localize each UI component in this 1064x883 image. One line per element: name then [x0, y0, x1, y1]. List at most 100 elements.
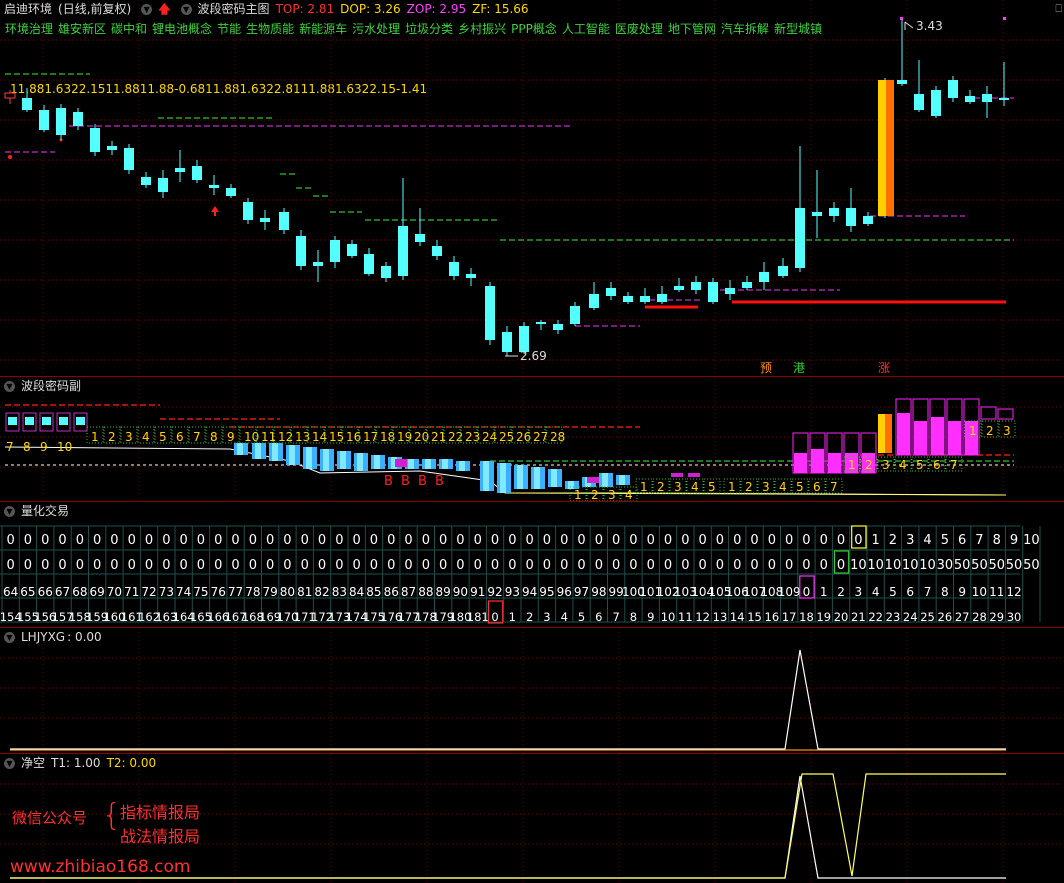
quant-cell: 85 — [366, 585, 381, 599]
quant-cell: 0 — [110, 533, 118, 548]
candle-body[interactable] — [313, 262, 323, 266]
candle-body[interactable] — [725, 288, 735, 294]
candle-body[interactable] — [914, 94, 924, 110]
candle-body[interactable] — [691, 282, 701, 290]
wechat-account-1: 指标情报局 — [120, 803, 201, 822]
quant-cell: 19 — [816, 610, 831, 624]
candle-body[interactable] — [141, 177, 151, 185]
candle-body[interactable] — [570, 306, 580, 324]
candle-body[interactable] — [623, 296, 633, 302]
candle-body[interactable] — [759, 272, 769, 282]
candlestick-chart[interactable]: 3.43 2.69 预 港 涨 — [0, 0, 1064, 376]
quant-cell: 94 — [522, 585, 537, 599]
candle-body[interactable] — [56, 108, 66, 135]
candle-body[interactable] — [863, 216, 873, 224]
candle-body[interactable] — [657, 294, 667, 302]
quant-cell: 0 — [301, 533, 309, 548]
quant-number-grid[interactable]: 0000000000000000000000000000000000000000… — [0, 502, 1064, 627]
candle-body[interactable] — [4, 92, 16, 99]
collapse-icon[interactable]: ▼ — [4, 632, 15, 643]
candle-body[interactable] — [432, 246, 442, 256]
band-number: 7 — [193, 430, 201, 444]
band-indicator-chart[interactable]: 7 8 9 101 2 3 4 5 6 7 8 9 10 11 12 13 14 15 16 17 18 19 20 21 22… — [0, 377, 1064, 501]
collapse-icon-2[interactable]: ▼ — [180, 4, 192, 15]
band-indicator-panel[interactable]: ▼ 波段密码副 7 8 9 10 1 2 3 4 5 6 7 8 9 10 11 12 13 14 15 16 17 18 1… — [0, 377, 1064, 501]
candle-body[interactable] — [640, 296, 650, 302]
candle-body[interactable] — [347, 244, 357, 256]
quant-cell: 0 — [283, 533, 291, 548]
quant-cell: 0 — [664, 533, 672, 548]
band-number: 2 — [657, 480, 665, 494]
candle-body[interactable] — [606, 288, 616, 296]
candle-body[interactable] — [846, 208, 856, 226]
quant-cell: 0 — [629, 558, 637, 573]
candle-body[interactable] — [674, 286, 684, 290]
candle-body[interactable] — [124, 148, 134, 170]
candle-body[interactable] — [931, 90, 941, 116]
quant-cell: 0 — [128, 533, 136, 548]
quant-cell: 181 — [467, 610, 489, 624]
candle-body[interactable] — [296, 236, 306, 266]
quant-cell: 0 — [266, 533, 274, 548]
quant-cell: 0 — [162, 558, 170, 573]
candle-body[interactable] — [708, 282, 718, 302]
collapse-icon[interactable]: ▼ — [141, 4, 153, 15]
lhjyxg-chart[interactable] — [0, 628, 1064, 753]
candle-body[interactable] — [364, 254, 374, 274]
candle-body[interactable] — [829, 208, 839, 216]
quant-cell: 0 — [491, 558, 499, 573]
candle-body[interactable] — [812, 212, 822, 216]
candle-body[interactable] — [553, 324, 563, 330]
lhjyxg-panel[interactable]: ▼ LHJYXG: 0.00 — [0, 628, 1064, 753]
candle-body[interactable] — [965, 96, 975, 102]
candle-body[interactable] — [999, 98, 1009, 100]
candle-body[interactable] — [948, 80, 958, 98]
candle-body[interactable] — [158, 178, 168, 192]
candle-body[interactable] — [279, 212, 289, 230]
candle-body[interactable] — [897, 80, 907, 84]
collapse-icon[interactable]: ▼ — [4, 381, 15, 392]
candle-body[interactable] — [589, 294, 599, 308]
quant-cell: 65 — [20, 585, 35, 599]
candle-body[interactable] — [260, 218, 270, 222]
quant-cell: 95 — [539, 585, 554, 599]
quant-cell: 7 — [975, 533, 983, 548]
dop-value: DOP: 3.26 — [340, 2, 401, 16]
candle-body[interactable] — [226, 188, 236, 196]
candle-body[interactable] — [982, 94, 992, 102]
quant-cell: 0 — [854, 533, 862, 548]
candle-body[interactable] — [449, 262, 459, 276]
candle-body[interactable] — [330, 240, 340, 262]
quant-cell: 0 — [197, 558, 205, 573]
quant-cell: 0 — [7, 558, 15, 573]
candle-body[interactable] — [381, 266, 391, 278]
candle-body[interactable] — [73, 112, 83, 126]
candle-body[interactable] — [485, 286, 495, 340]
quant-trading-panel[interactable]: ▼ 量化交易 0000000000000000000000000000000000… — [0, 502, 1064, 627]
quant-cell: 6 — [595, 610, 602, 624]
candle-body[interactable] — [415, 234, 425, 242]
candle-body[interactable] — [192, 166, 202, 180]
candle-body[interactable] — [466, 274, 476, 278]
candle-body[interactable] — [39, 110, 49, 130]
up-arrow-icon: 🡅 — [158, 2, 171, 16]
collapse-icon[interactable]: ▼ — [4, 506, 15, 517]
candle-body[interactable] — [536, 322, 546, 324]
candle-body[interactable] — [778, 266, 788, 276]
candle-body[interactable] — [742, 282, 752, 288]
main-chart-panel[interactable]: 启迪环境 (日线,前复权) ▼ 🡅 ▼ 波段密码主图 TOP: 2.81 DOP: 3.26 Z… — [0, 0, 1064, 376]
quant-cell: 1 — [820, 585, 828, 599]
candle-body[interactable] — [243, 202, 253, 220]
candle-body[interactable] — [398, 226, 408, 276]
candle-body[interactable] — [795, 208, 805, 268]
candle-body[interactable] — [175, 168, 185, 172]
quant-cell: 97 — [574, 585, 589, 599]
candle-body[interactable] — [209, 185, 219, 188]
candle-body[interactable] — [502, 332, 512, 352]
quant-cell: 0 — [733, 533, 741, 548]
candle-body[interactable] — [90, 128, 100, 152]
candle-body[interactable] — [107, 146, 117, 150]
collapse-icon[interactable]: ▼ — [4, 758, 15, 769]
quant-cell: 29 — [989, 610, 1004, 624]
candle-body[interactable] — [22, 98, 32, 110]
